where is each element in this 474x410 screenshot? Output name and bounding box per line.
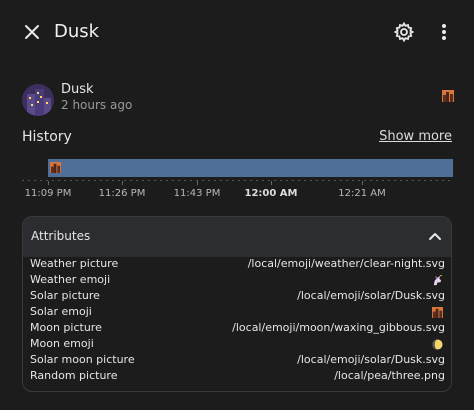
attribute-row: Solar moon picture /local/emoji/solar/Du… [30, 353, 445, 369]
attribute-key: Solar moon picture [30, 353, 135, 366]
axis-tick-label: 12:00 AM [244, 188, 298, 199]
show-more-link[interactable]: Show more [379, 129, 452, 144]
attribute-key: Moon picture [30, 321, 102, 334]
entity-name: Dusk [61, 82, 94, 97]
waxing-gibbous-moon-emoji-icon [432, 339, 443, 350]
attribute-value: /local/emoji/solar/Dusk.svg [297, 289, 445, 302]
attribute-key: Solar picture [30, 289, 100, 302]
attribute-key: Moon emoji [30, 337, 94, 350]
dialog-header: Dusk [0, 0, 474, 64]
axis-tick-label: 11:26 PM [98, 188, 146, 199]
chevron-up-icon [429, 233, 441, 240]
more-options-button[interactable] [432, 20, 456, 44]
city-dusk-emoji-icon [432, 307, 443, 318]
entity-avatar [22, 84, 54, 116]
axis-tick-label: 12:21 AM [338, 188, 386, 199]
axis-tick [362, 181, 363, 185]
axis-tick-label: 11:43 PM [173, 188, 221, 199]
history-heading: History [22, 129, 72, 145]
attribute-key: Random picture [30, 369, 118, 382]
attribute-row: Weather emoji [30, 273, 445, 289]
attribute-value: /local/emoji/solar/Dusk.svg [297, 353, 445, 366]
attribute-key: Solar emoji [30, 305, 92, 318]
attribute-value: /local/pea/three.png [334, 369, 445, 382]
attributes-toggle[interactable]: Attributes [23, 217, 451, 257]
history-timeline-bar[interactable] [48, 159, 453, 177]
city-dusk-emoji-icon [442, 90, 454, 102]
close-button[interactable] [20, 20, 44, 44]
attribute-row: Moon emoji [30, 337, 445, 353]
attribute-value: /local/emoji/weather/clear-night.svg [247, 257, 445, 270]
entity-last-changed: 2 hours ago [61, 98, 133, 112]
unicorn-emoji-icon [433, 275, 443, 286]
settings-button[interactable] [392, 20, 416, 44]
entity-row: Dusk 2 hours ago [22, 82, 454, 118]
axis-tick [197, 181, 198, 185]
attributes-panel: Attributes Weather picture /local/emoji/… [22, 216, 452, 392]
dialog-title: Dusk [54, 21, 100, 42]
gear-icon [393, 21, 415, 43]
axis-tick [271, 181, 272, 185]
city-dusk-emoji-icon [50, 162, 61, 173]
attribute-key: Weather emoji [30, 273, 111, 286]
city-dusk-icon [22, 84, 54, 116]
attribute-row: Moon picture /local/emoji/moon/waxing_gi… [30, 321, 445, 337]
attribute-value: /local/emoji/moon/waxing_gibbous.svg [232, 321, 445, 334]
attribute-row: Weather picture /local/emoji/weather/cle… [30, 257, 445, 273]
close-icon [25, 25, 39, 39]
timeline-axis [22, 180, 454, 181]
axis-tick-label: 11:09 PM [24, 188, 72, 199]
axis-tick [48, 181, 49, 185]
attributes-heading: Attributes [31, 229, 91, 243]
axis-tick [122, 181, 123, 185]
attribute-row: Solar emoji [30, 305, 445, 321]
attribute-key: Weather picture [30, 257, 119, 270]
attribute-row: Solar picture /local/emoji/solar/Dusk.sv… [30, 289, 445, 305]
attribute-row: Random picture /local/pea/three.png [30, 369, 445, 385]
more-vertical-icon [442, 24, 446, 40]
